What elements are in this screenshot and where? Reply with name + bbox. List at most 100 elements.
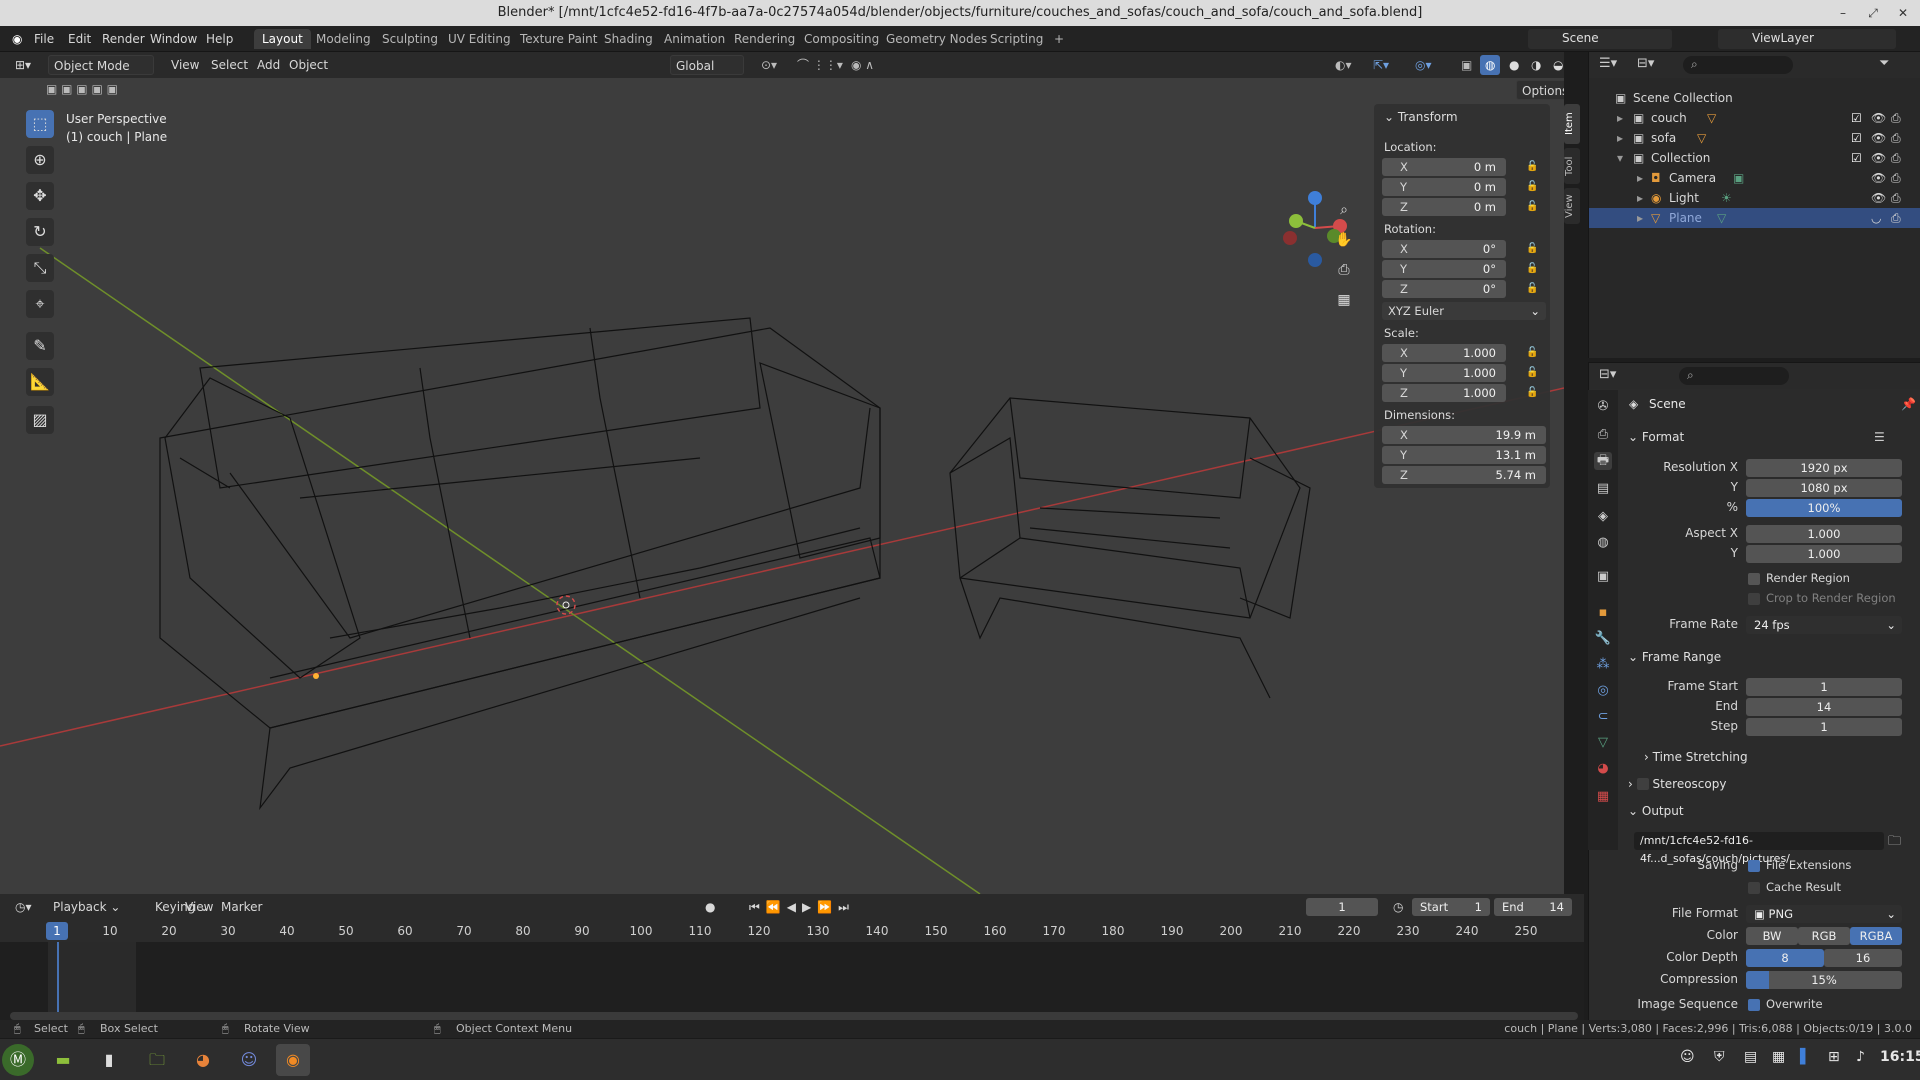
- aspect-x-field[interactable]: 1.000: [1746, 525, 1902, 543]
- presets-icon[interactable]: ☰: [1874, 426, 1885, 448]
- frame-rate-dropdown[interactable]: 24 fps ⌄: [1746, 616, 1902, 634]
- expand-arrow-icon[interactable]: ▸: [1617, 108, 1623, 128]
- tab-texture-paint[interactable]: Texture Paint: [512, 29, 605, 49]
- color-depth-8-button[interactable]: 8: [1746, 949, 1824, 967]
- camera-render-icon[interactable]: ⎙: [1891, 128, 1901, 148]
- dimensions-z-field[interactable]: Z 5.74 m: [1382, 466, 1546, 484]
- material-tab-icon[interactable]: ◕: [1594, 760, 1612, 778]
- lock-icon[interactable]: 🔓: [1526, 282, 1540, 296]
- data-tab-icon[interactable]: ▽: [1594, 734, 1612, 752]
- keyboard-layout-icon[interactable]: ▌: [1800, 1049, 1811, 1065]
- properties-editor-icon[interactable]: ⊟▾: [1599, 367, 1616, 382]
- outliner-editor-icon[interactable]: ☰▾: [1599, 56, 1617, 71]
- timeline-scrollbar[interactable]: [10, 1012, 1578, 1020]
- rotation-z-field[interactable]: Z 0°: [1382, 280, 1506, 298]
- 3d-viewport[interactable]: ⌕ ✋ ⎙ ▦ Options ▣ ▣ ▣ ▣ ▣: [0, 78, 1564, 894]
- camera-render-icon[interactable]: ⎙: [1891, 148, 1901, 168]
- camera-render-icon[interactable]: ⎙: [1891, 188, 1901, 208]
- format-panel-header[interactable]: ⌄ Format ☰: [1628, 426, 1912, 448]
- tab-view[interactable]: View: [1564, 188, 1580, 224]
- rotation-x-field[interactable]: X 0°: [1382, 240, 1506, 258]
- color-rgb-button[interactable]: RGB: [1798, 927, 1850, 945]
- viewport-menu-select[interactable]: Select: [206, 55, 253, 75]
- tab-rendering[interactable]: Rendering: [726, 29, 803, 49]
- stereoscopy-checkbox[interactable]: [1636, 778, 1649, 790]
- outliner-row-scene-collection[interactable]: ▣ Scene Collection: [1589, 88, 1920, 108]
- lock-icon[interactable]: 🔓: [1526, 160, 1540, 174]
- expand-arrow-icon[interactable]: ▸: [1617, 128, 1623, 148]
- world-tab-icon[interactable]: ◍: [1594, 534, 1612, 552]
- editor-type-icon[interactable]: ⊞▾: [10, 55, 36, 75]
- outliner-row-light[interactable]: ▸ ◉ Light ☀ 👁 ⎙: [1589, 188, 1920, 208]
- end-frame-field[interactable]: End 14: [1494, 898, 1572, 916]
- dimensions-y-field[interactable]: Y 13.1 m: [1382, 446, 1546, 464]
- tab-sculpting[interactable]: Sculpting: [374, 29, 446, 49]
- eye-icon[interactable]: 👁: [1871, 148, 1886, 168]
- camera-render-icon[interactable]: ⎙: [1891, 108, 1901, 128]
- object-mode-dropdown[interactable]: Object Mode: [48, 55, 154, 75]
- volume-icon[interactable]: ♪: [1856, 1049, 1865, 1065]
- add-cube-icon[interactable]: ▨: [26, 406, 54, 434]
- shading-material-icon[interactable]: ◑: [1526, 55, 1546, 75]
- constraints-tab-icon[interactable]: ⊂: [1594, 708, 1612, 726]
- compression-slider[interactable]: 15%: [1746, 971, 1902, 989]
- frame-start-field[interactable]: 1: [1746, 678, 1902, 696]
- perspective-toggle-icon[interactable]: ▦: [1330, 288, 1358, 312]
- tab-uv-editing[interactable]: UV Editing: [440, 29, 519, 49]
- record-icon[interactable]: ●: [700, 897, 720, 917]
- location-x-field[interactable]: X 0 m: [1382, 158, 1506, 176]
- options-dropdown[interactable]: Options: [1516, 80, 1564, 100]
- marker-menu[interactable]: Marker: [216, 897, 267, 917]
- overwrite-checkbox[interactable]: [1748, 999, 1760, 1011]
- frame-end-field[interactable]: 14: [1746, 698, 1902, 716]
- scene-selector[interactable]: Scene: [1528, 29, 1672, 49]
- terminal-app-icon[interactable]: ▮: [92, 1044, 126, 1076]
- eye-icon[interactable]: 👁: [1871, 188, 1886, 208]
- current-frame-field[interactable]: 1: [1306, 898, 1378, 916]
- color-depth-16-button[interactable]: 16: [1824, 949, 1902, 967]
- scale-z-field[interactable]: Z 1.000: [1382, 384, 1506, 402]
- color-rgba-button[interactable]: RGBA: [1850, 927, 1902, 945]
- frame-range-panel-header[interactable]: ⌄ Frame Range: [1628, 646, 1912, 668]
- time-stretching-header[interactable]: › Time Stretching: [1644, 746, 1920, 768]
- shading-solid-icon[interactable]: ●: [1504, 55, 1524, 75]
- zoom-icon[interactable]: ⌕: [1330, 198, 1358, 222]
- lock-icon[interactable]: 🔓: [1526, 262, 1540, 276]
- file-format-dropdown[interactable]: ▣ PNG ⌄: [1746, 905, 1902, 923]
- expand-arrow-icon[interactable]: ▸: [1637, 188, 1643, 208]
- snap-icon[interactable]: ⌒ ⋮⋮▾: [792, 55, 848, 75]
- tab-animation[interactable]: Animation: [656, 29, 733, 49]
- scale-icon[interactable]: ⤡: [26, 254, 54, 282]
- output-path-input[interactable]: /mnt/1cfc4e52-fd16-4f...d_sofas/couch/pi…: [1634, 832, 1884, 865]
- blender-app-icon[interactable]: ◉: [276, 1044, 310, 1076]
- viewport-menu-add[interactable]: Add: [252, 55, 285, 75]
- pivot-icon[interactable]: ⊙▾: [756, 55, 782, 75]
- clock-icon[interactable]: ◷: [1388, 897, 1408, 917]
- collapse-arrow-icon[interactable]: ▾: [1617, 148, 1623, 168]
- tool-tab-icon[interactable]: ✇: [1594, 398, 1612, 416]
- cache-result-checkbox[interactable]: [1748, 882, 1760, 894]
- camera-view-icon[interactable]: ⎙: [1330, 258, 1358, 282]
- files-app-icon[interactable]: ▬: [46, 1044, 80, 1076]
- lock-icon[interactable]: 🔓: [1526, 386, 1540, 400]
- checkbox-icon[interactable]: ☑: [1851, 108, 1862, 128]
- rotation-mode-dropdown[interactable]: XYZ Euler ⌄: [1382, 302, 1546, 320]
- location-y-field[interactable]: Y 0 m: [1382, 178, 1506, 196]
- outliner-row-collection[interactable]: ▾ ▣ Collection ☑ 👁 ⎙: [1589, 148, 1920, 168]
- texture-tab-icon[interactable]: ▦: [1594, 788, 1612, 806]
- select-mode-icons[interactable]: ▣ ▣ ▣ ▣ ▣: [46, 82, 142, 100]
- clipboard-icon[interactable]: ▤: [1744, 1049, 1757, 1065]
- measure-icon[interactable]: 📐: [26, 368, 54, 396]
- overlay-toggle-icon[interactable]: ◎▾: [1410, 55, 1437, 75]
- transform-icon[interactable]: ⌖: [26, 290, 54, 318]
- outliner-row-camera[interactable]: ▸ ◘ Camera ▣ 👁 ⎙: [1589, 168, 1920, 188]
- tab-tool[interactable]: Tool: [1564, 148, 1580, 184]
- checkbox-icon[interactable]: ☑: [1851, 128, 1862, 148]
- menu-help[interactable]: Help: [202, 30, 237, 48]
- tab-shading[interactable]: Shading: [596, 29, 661, 49]
- tab-layout[interactable]: Layout: [254, 29, 311, 49]
- eye-hidden-icon[interactable]: ◡: [1871, 208, 1881, 228]
- output-panel-header[interactable]: ⌄ Output: [1628, 800, 1912, 822]
- transform-header[interactable]: ⌄ Transform: [1384, 110, 1458, 124]
- timeline-view-menu[interactable]: View: [180, 897, 218, 917]
